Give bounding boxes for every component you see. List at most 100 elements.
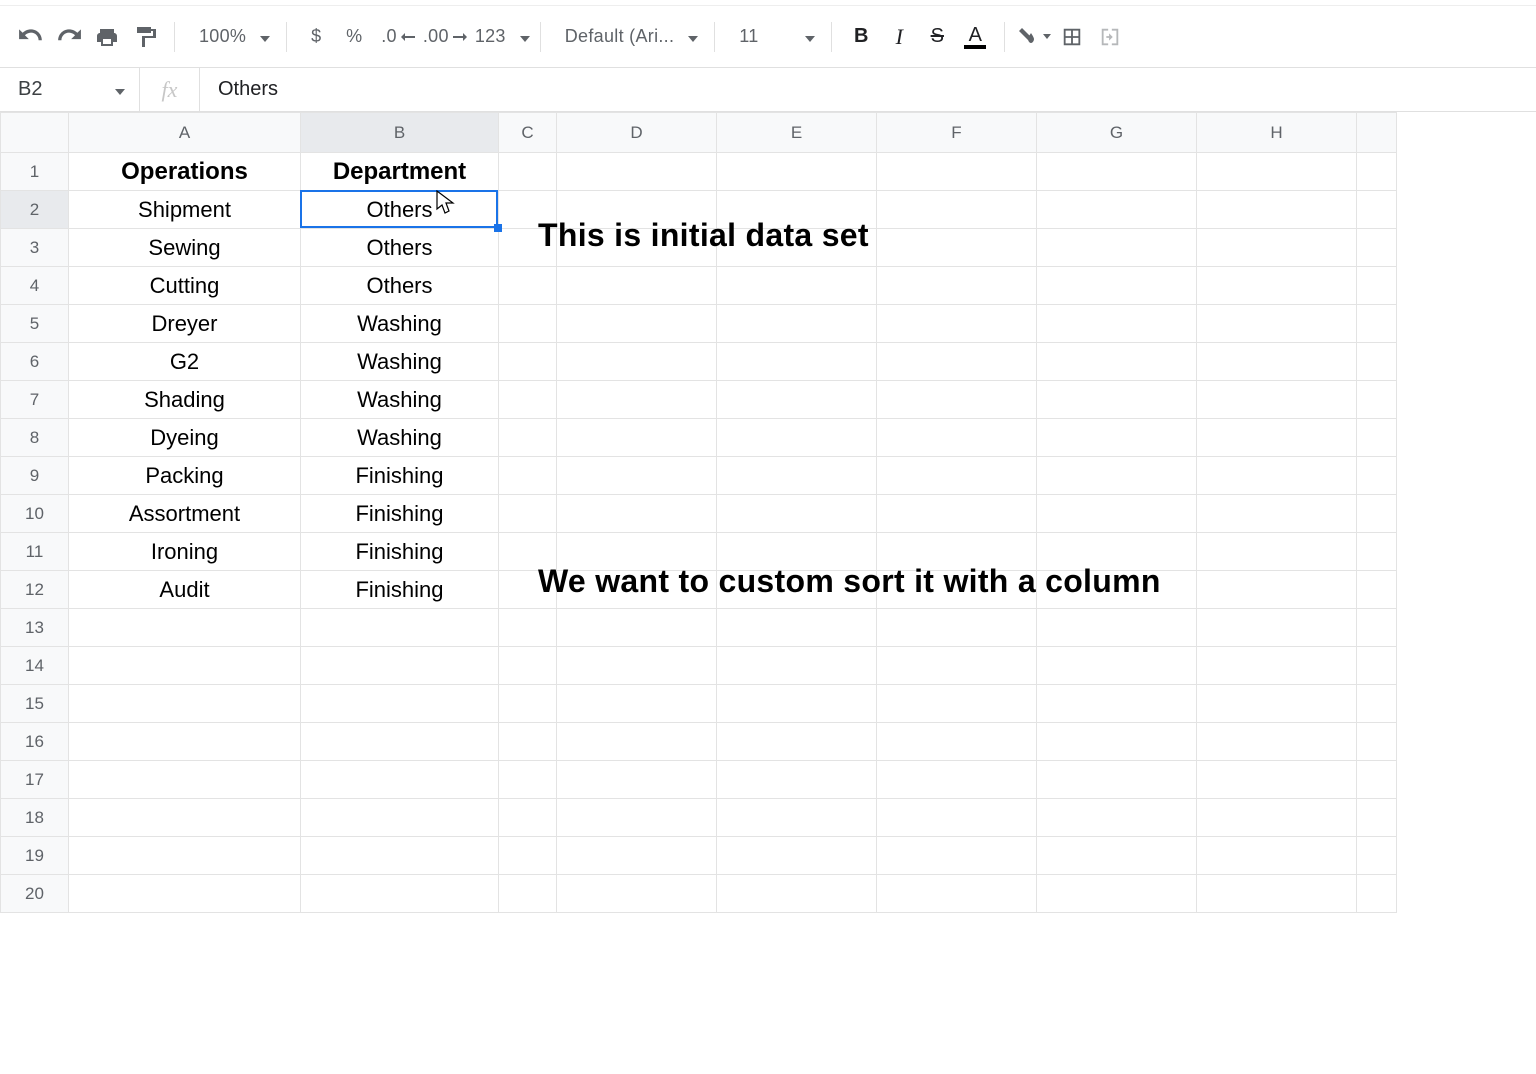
cell-E6[interactable] [717,343,877,381]
cell-C13[interactable] [499,609,557,647]
cell-E8[interactable] [717,419,877,457]
cell-D8[interactable] [557,419,717,457]
cell-overflow-1[interactable] [1357,153,1397,191]
fill-color-button[interactable] [1015,18,1053,56]
cell-G20[interactable] [1037,875,1197,913]
cell-F17[interactable] [877,761,1037,799]
cell-overflow-6[interactable] [1357,343,1397,381]
cell-H18[interactable] [1197,799,1357,837]
column-header-overflow[interactable] [1357,113,1397,153]
cell-B4[interactable]: Others [301,267,499,305]
zoom-dropdown[interactable]: 100% [185,18,276,56]
column-header-D[interactable]: D [557,113,717,153]
cell-overflow-17[interactable] [1357,761,1397,799]
row-header-6[interactable]: 6 [1,343,69,381]
row-header-8[interactable]: 8 [1,419,69,457]
cell-G18[interactable] [1037,799,1197,837]
row-header-14[interactable]: 14 [1,647,69,685]
cell-overflow-13[interactable] [1357,609,1397,647]
row-header-20[interactable]: 20 [1,875,69,913]
cell-H3[interactable] [1197,229,1357,267]
cell-H1[interactable] [1197,153,1357,191]
cell-H14[interactable] [1197,647,1357,685]
row-header-9[interactable]: 9 [1,457,69,495]
paint-format-button[interactable] [126,18,164,56]
cell-D18[interactable] [557,799,717,837]
cell-G5[interactable] [1037,305,1197,343]
cell-B10[interactable]: Finishing [301,495,499,533]
cell-overflow-18[interactable] [1357,799,1397,837]
cell-H20[interactable] [1197,875,1357,913]
cell-A12[interactable]: Audit [69,571,301,609]
cell-B11[interactable]: Finishing [301,533,499,571]
cell-G9[interactable] [1037,457,1197,495]
cell-G19[interactable] [1037,837,1197,875]
cell-A6[interactable]: G2 [69,343,301,381]
cell-G15[interactable] [1037,685,1197,723]
merge-cells-button[interactable] [1091,18,1129,56]
cell-D16[interactable] [557,723,717,761]
cell-G13[interactable] [1037,609,1197,647]
row-header-4[interactable]: 4 [1,267,69,305]
cell-B15[interactable] [301,685,499,723]
cell-overflow-11[interactable] [1357,533,1397,571]
cell-H2[interactable] [1197,191,1357,229]
cell-D6[interactable] [557,343,717,381]
column-header-G[interactable]: G [1037,113,1197,153]
cell-A19[interactable] [69,837,301,875]
cell-C10[interactable] [499,495,557,533]
cell-A5[interactable]: Dreyer [69,305,301,343]
cell-E10[interactable] [717,495,877,533]
cell-F3[interactable] [877,229,1037,267]
row-header-18[interactable]: 18 [1,799,69,837]
redo-button[interactable] [50,18,88,56]
cell-D14[interactable] [557,647,717,685]
cell-C5[interactable] [499,305,557,343]
cell-A3[interactable]: Sewing [69,229,301,267]
cell-G1[interactable] [1037,153,1197,191]
cell-overflow-7[interactable] [1357,381,1397,419]
cell-overflow-8[interactable] [1357,419,1397,457]
cell-C19[interactable] [499,837,557,875]
row-header-17[interactable]: 17 [1,761,69,799]
cell-H16[interactable] [1197,723,1357,761]
cell-H6[interactable] [1197,343,1357,381]
strikethrough-button[interactable]: S [918,18,956,56]
cell-C1[interactable] [499,153,557,191]
cell-E14[interactable] [717,647,877,685]
cell-overflow-3[interactable] [1357,229,1397,267]
column-header-H[interactable]: H [1197,113,1357,153]
cell-F2[interactable] [877,191,1037,229]
row-header-12[interactable]: 12 [1,571,69,609]
column-header-B[interactable]: B [301,113,499,153]
font-dropdown[interactable]: Default (Ari... [551,18,705,56]
cell-B2[interactable]: Others [301,191,499,229]
cell-B12[interactable]: Finishing [301,571,499,609]
cell-G6[interactable] [1037,343,1197,381]
row-header-2[interactable]: 2 [1,191,69,229]
cell-B7[interactable]: Washing [301,381,499,419]
cell-B19[interactable] [301,837,499,875]
cell-E5[interactable] [717,305,877,343]
formula-input[interactable]: Others [200,78,1536,101]
cell-A11[interactable]: Ironing [69,533,301,571]
cell-overflow-2[interactable] [1357,191,1397,229]
cell-D7[interactable] [557,381,717,419]
cell-F10[interactable] [877,495,1037,533]
cell-H4[interactable] [1197,267,1357,305]
cell-E13[interactable] [717,609,877,647]
cell-overflow-5[interactable] [1357,305,1397,343]
cell-G10[interactable] [1037,495,1197,533]
column-header-F[interactable]: F [877,113,1037,153]
cell-H15[interactable] [1197,685,1357,723]
cell-A7[interactable]: Shading [69,381,301,419]
decrease-decimal-button[interactable]: .0 [373,18,415,56]
spreadsheet-grid[interactable]: ABCDEFGH1OperationsDepartment2ShipmentOt… [0,112,1536,913]
row-header-5[interactable]: 5 [1,305,69,343]
cell-H9[interactable] [1197,457,1357,495]
cell-C7[interactable] [499,381,557,419]
cell-F5[interactable] [877,305,1037,343]
cell-B18[interactable] [301,799,499,837]
cell-overflow-4[interactable] [1357,267,1397,305]
cell-G16[interactable] [1037,723,1197,761]
